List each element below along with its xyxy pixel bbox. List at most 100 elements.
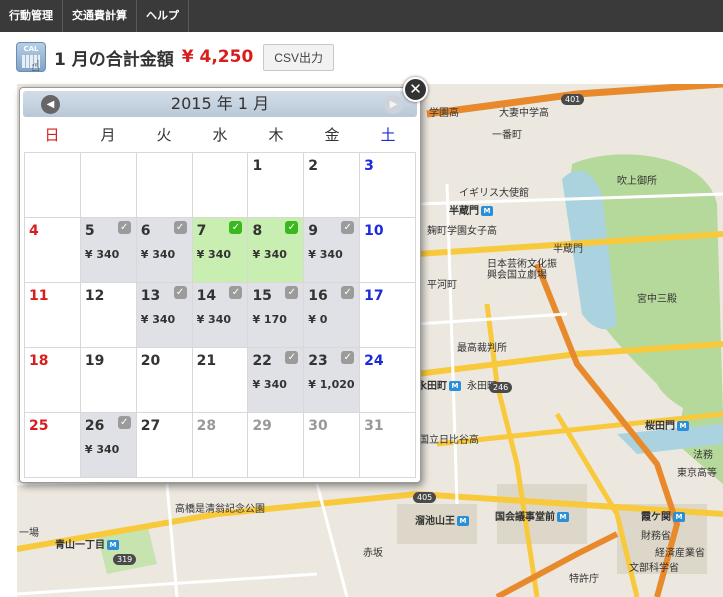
- calendar-day-cell[interactable]: 18: [25, 348, 81, 413]
- calendar-day-cell[interactable]: 4: [25, 218, 81, 283]
- calendar-day-cell[interactable]: 12: [80, 283, 137, 348]
- calendar-week-row: 1 2 3: [25, 153, 417, 218]
- map-label: 経済産業省: [655, 548, 705, 559]
- calendar-day-cell[interactable]: 28: [192, 413, 249, 478]
- calendar-day-cell[interactable]: 6 ¥ 340 ✓: [136, 218, 193, 283]
- map-label: 永田町: [417, 381, 447, 392]
- metro-icon: M: [677, 421, 689, 431]
- csv-export-button[interactable]: CSV出力: [263, 43, 334, 71]
- day-number: 6: [140, 223, 151, 239]
- calendar-day-cell[interactable]: 22 ¥ 340 ✓: [248, 348, 305, 413]
- calendar-day-cell[interactable]: 9 ¥ 340 ✓: [304, 218, 361, 283]
- calendar-week-row: 18 19 20 21 22 ¥ 340 ✓ 23 ¥ 1,020 ✓ 24: [25, 348, 417, 413]
- calendar-day-cell[interactable]: 2: [304, 153, 361, 218]
- calendar-day-cell[interactable]: 25: [25, 413, 81, 478]
- day-amount: ¥ 170: [252, 313, 287, 326]
- map-label: 一番町: [492, 130, 522, 141]
- day-number: 14: [196, 288, 217, 304]
- calendar-day-cell[interactable]: 23 ¥ 1,020 ✓: [304, 348, 361, 413]
- calendar-day-cell[interactable]: 19: [80, 348, 137, 413]
- calendar-week-row: 25 26 ¥ 340 ✓ 27 28 29 30 31: [25, 413, 417, 478]
- road-number-badge: 319: [113, 554, 137, 565]
- calendar-day-cell[interactable]: 14 ¥ 340 ✓: [192, 283, 249, 348]
- day-number: 17: [364, 288, 384, 304]
- day-number: 23: [308, 353, 328, 369]
- day-number: 20: [140, 353, 161, 369]
- day-number: 9: [308, 223, 319, 239]
- map-label: 東京高等: [677, 468, 717, 479]
- calendar-icon[interactable]: CAL ☝: [16, 42, 46, 75]
- metro-icon: M: [449, 381, 461, 391]
- calendar-day-cell[interactable]: 21: [192, 348, 249, 413]
- calendar-day-cell[interactable]: 15 ¥ 170 ✓: [248, 283, 305, 348]
- map-label: 霞ケ関: [641, 512, 671, 523]
- calendar-week-row: 11 12 13 ¥ 340 ✓ 14 ¥ 340 ✓ 15 ¥ 170 ✓ 16 ¥ 0 ✓ 17: [25, 283, 417, 348]
- road-number-badge: 246: [489, 382, 513, 393]
- map-label: 最高裁判所: [457, 343, 507, 354]
- monthly-total-amount: ¥ 4,250: [181, 47, 254, 67]
- map-label: 半蔵門: [553, 244, 583, 255]
- calendar-day-cell[interactable]: 27: [136, 413, 193, 478]
- map-label: 財務省: [641, 531, 671, 542]
- map-label: 宮中三殿: [637, 294, 677, 305]
- road-number-badge: 401: [561, 94, 585, 105]
- calendar-day-cell[interactable]: 8 ¥ 340 ✓: [248, 218, 305, 283]
- day-amount: ¥ 340: [140, 313, 176, 326]
- weekday-wednesday: 水: [212, 126, 228, 144]
- calendar-day-cell[interactable]: 17: [360, 283, 417, 348]
- monthly-total-header: CAL ☝ 1 月の合計金額 ¥ 4,250 CSV出力: [16, 40, 334, 75]
- checkmark-icon: ✓: [341, 286, 355, 299]
- day-amount: ¥ 340: [196, 248, 232, 261]
- map-label-station: 永田町 M: [417, 377, 461, 392]
- day-amount: ¥ 340: [252, 248, 287, 261]
- weekday-monday: 月: [100, 126, 116, 144]
- day-number: 8: [252, 223, 263, 239]
- map-label: 文部科学省: [629, 563, 679, 574]
- calendar-day-cell[interactable]: 24: [360, 348, 417, 413]
- day-amount: ¥ 340: [140, 248, 176, 261]
- calendar-day-cell[interactable]: 1: [248, 153, 305, 218]
- monthly-total-label: 1 月の合計金額: [54, 49, 174, 70]
- weekday-thursday: 木: [268, 126, 284, 144]
- nav-item-transport-expense[interactable]: 交通費計算: [63, 0, 137, 32]
- calendar-day-cell[interactable]: 11: [25, 283, 81, 348]
- map-label-station: 霞ケ関 M: [641, 508, 685, 523]
- day-amount: ¥ 340: [252, 378, 287, 391]
- day-number: 31: [364, 418, 384, 434]
- nav-item-action-management[interactable]: 行動管理: [0, 0, 63, 32]
- checkmark-icon: ✓: [229, 221, 243, 234]
- day-number: 22: [252, 353, 272, 369]
- nav-item-help[interactable]: ヘルプ: [137, 0, 189, 32]
- calendar-day-cell[interactable]: 26 ¥ 340 ✓: [80, 413, 137, 478]
- calendar-day-cell[interactable]: 20: [136, 348, 193, 413]
- calendar-empty-cell: [136, 153, 193, 218]
- calendar-day-cell[interactable]: 3: [360, 153, 417, 218]
- calendar-day-cell[interactable]: 16 ¥ 0 ✓: [304, 283, 361, 348]
- map-label: 麹町学園女子高: [427, 226, 497, 237]
- day-number: 18: [29, 353, 49, 369]
- close-calendar-button[interactable]: ✕: [403, 77, 428, 102]
- day-number: 10: [364, 223, 384, 239]
- map-label: 法務: [693, 450, 713, 461]
- day-number: 25: [29, 418, 49, 434]
- calendar-day-cell[interactable]: 5 ¥ 340 ✓: [80, 218, 137, 283]
- day-number: 29: [252, 418, 272, 434]
- day-amount: ¥ 340: [84, 443, 120, 456]
- next-month-button[interactable]: ▶: [384, 95, 403, 114]
- previous-month-button[interactable]: ◀: [41, 95, 60, 114]
- calendar-day-cell[interactable]: 29: [248, 413, 305, 478]
- day-number: 27: [140, 418, 161, 434]
- map-label: 吹上御所: [617, 176, 657, 187]
- calendar-day-cell[interactable]: 10: [360, 218, 417, 283]
- calendar-day-cell[interactable]: 7 ¥ 340 ✓: [192, 218, 249, 283]
- checkmark-icon: ✓: [117, 221, 131, 234]
- day-number: 28: [196, 418, 217, 434]
- calendar-day-cell[interactable]: 31: [360, 413, 417, 478]
- checkmark-icon: ✓: [285, 351, 299, 364]
- checkmark-icon: ✓: [341, 221, 355, 234]
- calendar-day-cell[interactable]: 13 ¥ 340 ✓: [136, 283, 193, 348]
- calendar-day-cell[interactable]: 30: [304, 413, 361, 478]
- map-label: 平河町: [427, 280, 457, 291]
- map-label-station: 青山一丁目 M: [55, 536, 119, 551]
- day-amount: ¥ 340: [308, 248, 343, 261]
